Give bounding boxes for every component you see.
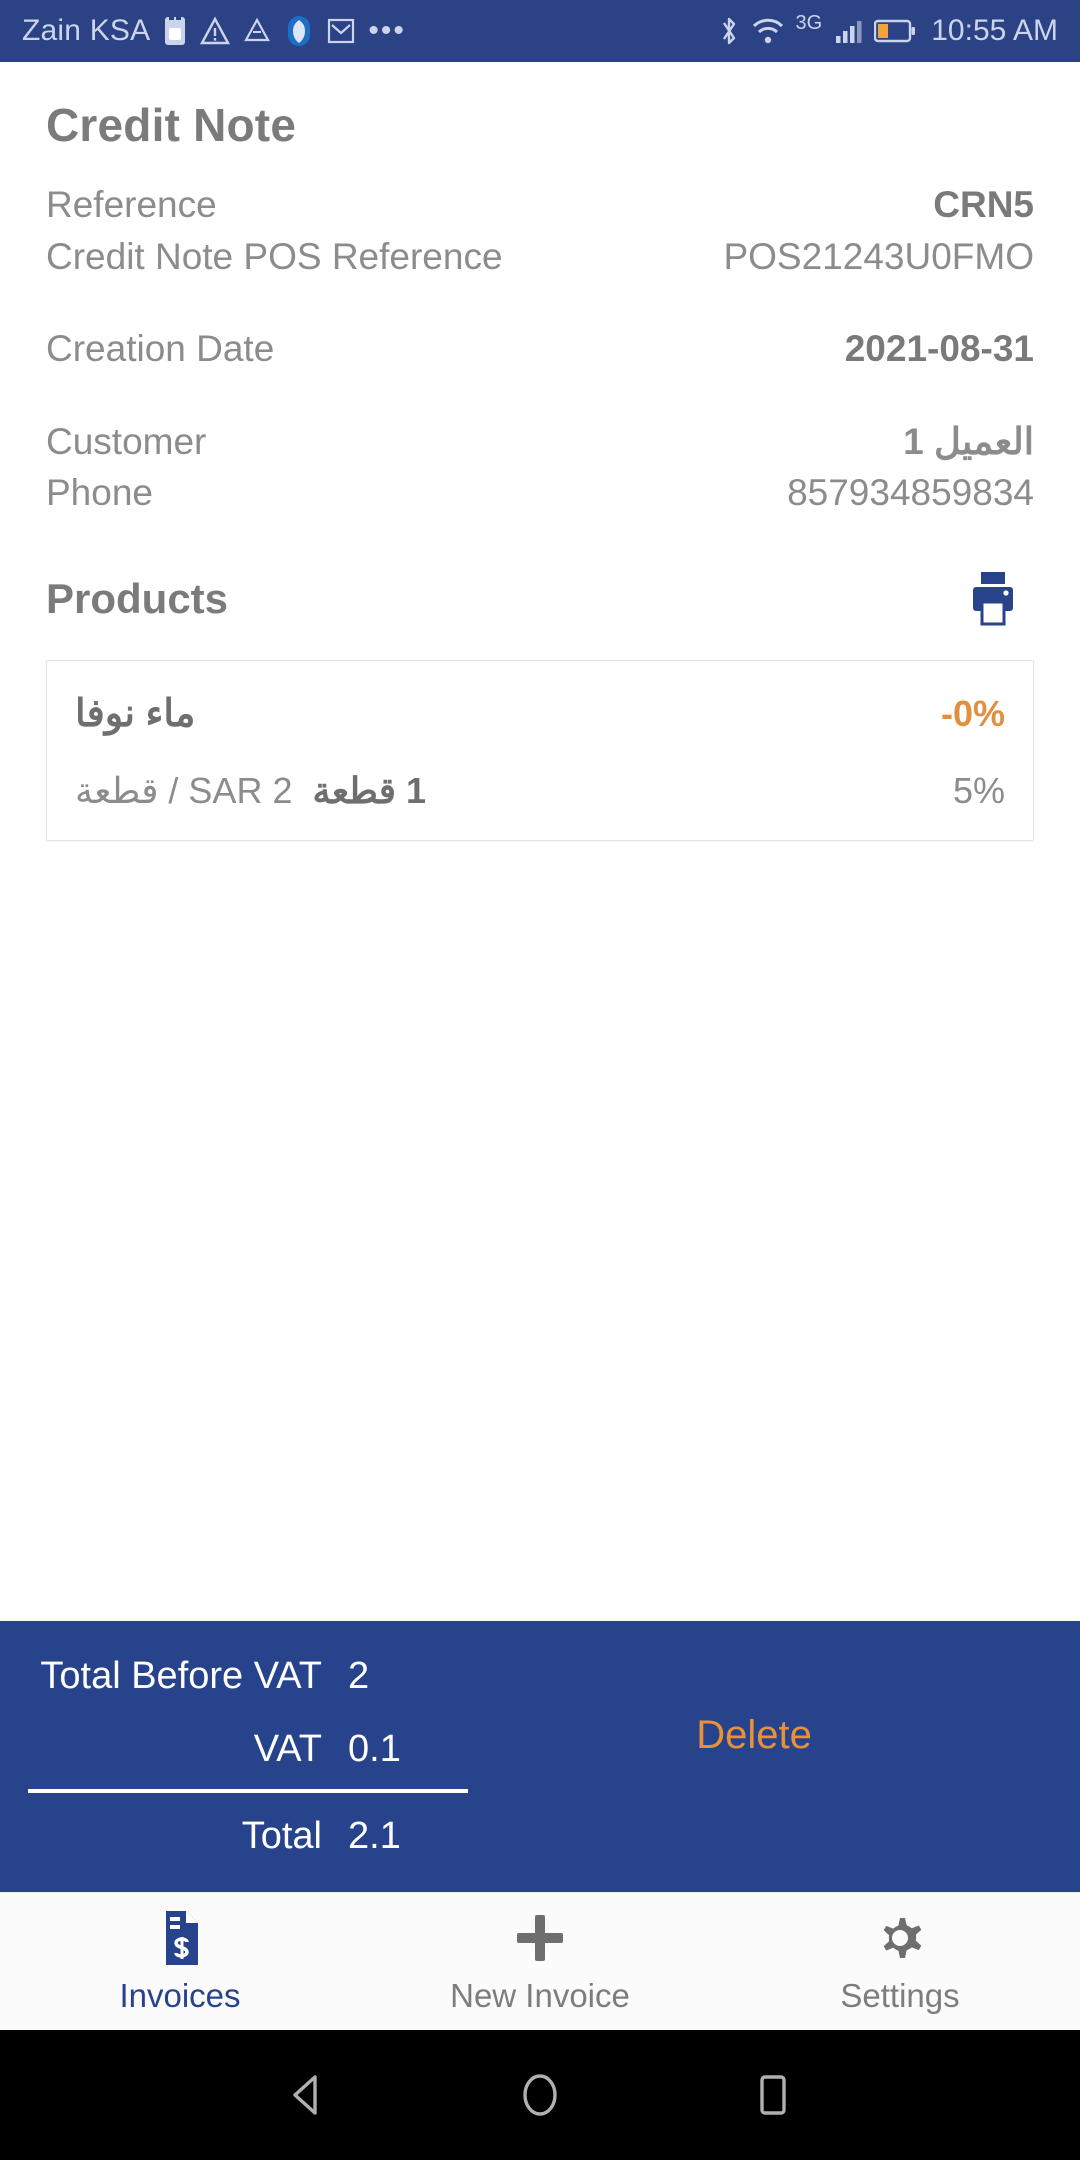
product-card-row-top: ماء نوفا -0% bbox=[75, 691, 1005, 736]
signal-icon bbox=[833, 16, 863, 46]
total-before-vat-row: Total Before VAT 2 bbox=[28, 1655, 468, 1698]
nav-label-settings: Settings bbox=[840, 1976, 960, 2014]
carrier-label: Zain KSA bbox=[22, 14, 151, 47]
totals-summary: Total Before VAT 2 VAT 0.1 Total 2.1 bbox=[28, 1655, 468, 1858]
product-name: ماء نوفا bbox=[75, 693, 196, 735]
customer-value: العميل 1 bbox=[903, 421, 1034, 462]
shield-icon bbox=[284, 15, 314, 47]
product-quantity: 1 قطعة bbox=[312, 770, 426, 811]
phone-screen: Zain KSA ••• 3G 10:55 AM Credit Note Ref… bbox=[0, 0, 1080, 2160]
product-card-row-bottom: 1 قطعة 2 SAR / قطعة 5% bbox=[75, 770, 1005, 812]
creation-date-label: Creation Date bbox=[46, 328, 275, 369]
android-system-nav bbox=[0, 2030, 1080, 2160]
delete-button[interactable]: Delete bbox=[696, 1713, 812, 1758]
gmail-icon bbox=[326, 16, 356, 46]
total-value: 2.1 bbox=[348, 1815, 401, 1857]
status-overflow-dots: ••• bbox=[368, 14, 406, 47]
drive-icon bbox=[242, 16, 272, 46]
detail-row-creation-date: Creation Date 2021-08-31 bbox=[46, 324, 1034, 376]
totals-panel: Total Before VAT 2 VAT 0.1 Total 2.1 Del… bbox=[0, 1621, 1080, 1892]
phone-label: Phone bbox=[46, 472, 153, 513]
detail-row-reference: Reference CRN5 bbox=[46, 180, 1034, 232]
status-bar-left: Zain KSA ••• bbox=[22, 14, 406, 48]
recents-square-icon[interactable] bbox=[718, 2040, 828, 2150]
total-label: Total bbox=[241, 1815, 322, 1857]
bottom-navigation: Invoices New Invoice Settings bbox=[0, 1892, 1080, 2030]
network-type-label: 3G bbox=[795, 11, 823, 34]
totals-divider bbox=[28, 1789, 468, 1793]
totals-actions: Delete bbox=[468, 1655, 1040, 1758]
total-before-vat-value: 2 bbox=[348, 1655, 370, 1697]
bluetooth-icon bbox=[718, 14, 740, 48]
phone-value: 857934859834 bbox=[787, 472, 1034, 513]
nav-label-invoices: Invoices bbox=[119, 1976, 241, 2014]
nav-item-invoices[interactable]: Invoices bbox=[0, 1909, 360, 2015]
main-content: Credit Note Reference CRN5 Credit Note P… bbox=[0, 62, 1080, 1621]
nav-item-new-invoice[interactable]: New Invoice bbox=[360, 1909, 720, 2015]
invoice-dollar-icon bbox=[152, 1909, 208, 1967]
reference-value: CRN5 bbox=[933, 184, 1034, 225]
wifi-icon bbox=[751, 16, 785, 46]
reference-label: Reference bbox=[46, 184, 217, 225]
back-triangle-icon[interactable] bbox=[252, 2040, 362, 2150]
battery-icon bbox=[874, 18, 916, 44]
gear-icon bbox=[871, 1909, 929, 1967]
detail-row-customer: Customer العميل 1 bbox=[46, 416, 1034, 468]
home-circle-icon[interactable] bbox=[485, 2040, 595, 2150]
status-bar-right: 3G 10:55 AM bbox=[718, 11, 1058, 48]
product-card[interactable]: ماء نوفا -0% 1 قطعة 2 SAR / قطعة 5% bbox=[46, 660, 1034, 841]
product-vat-rate: 5% bbox=[952, 770, 1005, 811]
vat-value: 0.1 bbox=[348, 1728, 401, 1770]
status-bar: Zain KSA ••• 3G 10:55 AM bbox=[0, 0, 1080, 62]
vat-row: VAT 0.1 bbox=[28, 1728, 468, 1771]
nav-item-settings[interactable]: Settings bbox=[720, 1909, 1080, 2015]
plus-icon bbox=[511, 1909, 569, 1967]
total-row: Total 2.1 bbox=[28, 1815, 468, 1858]
vat-label: VAT bbox=[253, 1728, 322, 1770]
pos-reference-label: Credit Note POS Reference bbox=[46, 236, 503, 277]
detail-row-pos-reference: Credit Note POS Reference POS21243U0FMO bbox=[46, 232, 1034, 284]
product-unit-price: 2 SAR / قطعة bbox=[75, 770, 293, 811]
sim-card-icon bbox=[162, 15, 188, 47]
products-header: Products bbox=[46, 564, 1034, 634]
customer-label: Customer bbox=[46, 421, 207, 462]
nav-label-new-invoice: New Invoice bbox=[450, 1976, 630, 2014]
product-discount-badge: -0% bbox=[940, 692, 1005, 734]
warning-icon bbox=[200, 16, 231, 46]
print-icon[interactable] bbox=[952, 564, 1034, 634]
detail-row-phone: Phone 857934859834 bbox=[46, 468, 1034, 520]
pos-reference-value: POS21243U0FMO bbox=[723, 236, 1034, 277]
creation-date-value: 2021-08-31 bbox=[844, 328, 1034, 369]
page-title: Credit Note bbox=[46, 99, 297, 151]
product-quantity-price: 1 قطعة 2 SAR / قطعة bbox=[75, 770, 426, 812]
total-before-vat-label: Total Before VAT bbox=[40, 1655, 322, 1697]
clock-label: 10:55 AM bbox=[931, 14, 1058, 47]
products-title: Products bbox=[46, 575, 229, 622]
credit-note-details: Reference CRN5 Credit Note POS Reference… bbox=[46, 180, 1034, 520]
